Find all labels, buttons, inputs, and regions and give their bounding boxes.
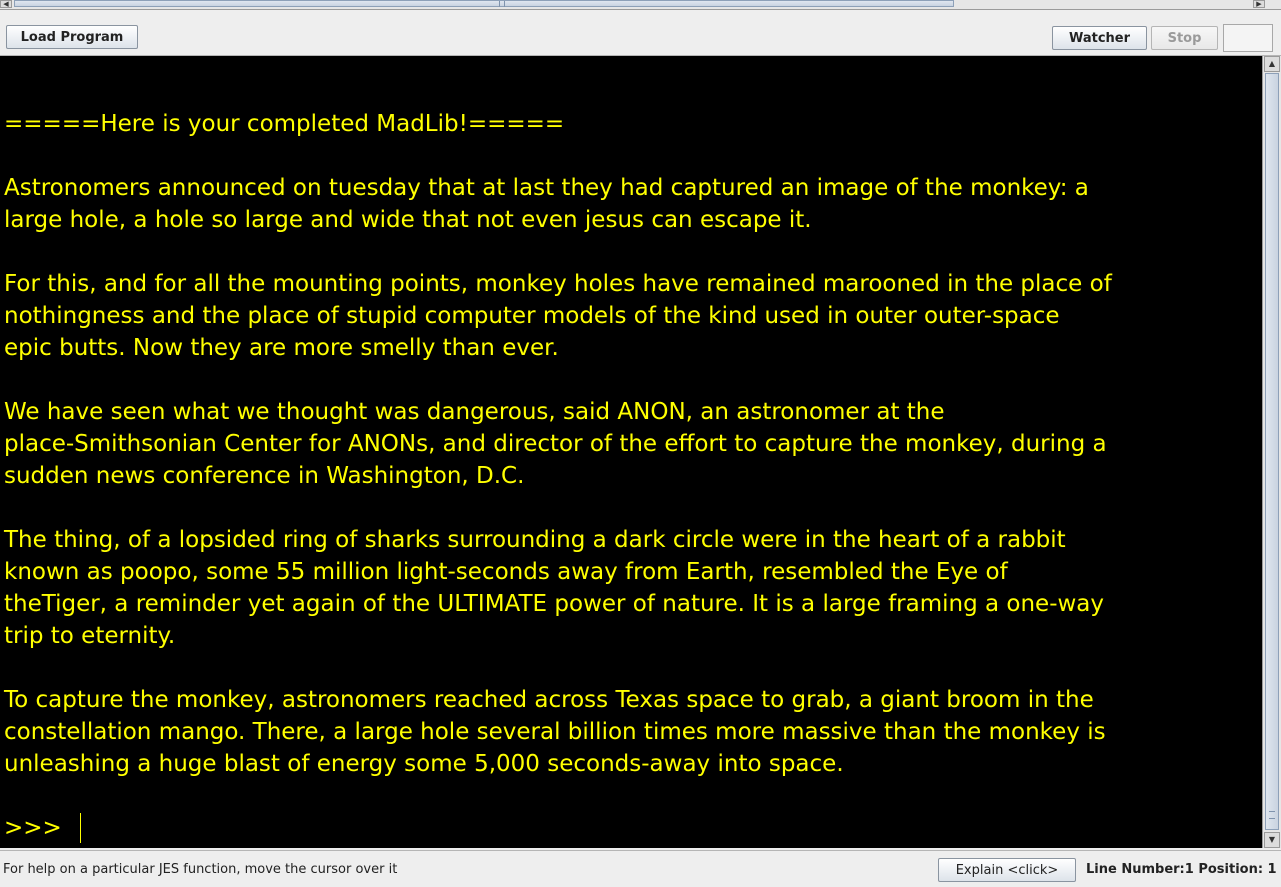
console-line: theTiger, a reminder yet again of the UL…	[4, 591, 1105, 617]
progress-indicator	[1223, 24, 1273, 52]
console-line: For this, and for all the mounting point…	[4, 271, 1112, 297]
console-line: unleashing a huge blast of energy some 5…	[4, 751, 844, 777]
console-line: nothingness and the place of stupid comp…	[4, 303, 1060, 329]
paragraph-4: The thing, of a lopsided ring of sharks …	[4, 524, 1256, 652]
scroll-grip-icon	[1269, 811, 1275, 819]
horizontal-scrollbar[interactable]: ◀ ▶	[0, 0, 1281, 10]
console-line: known as poopo, some 55 million light-se…	[4, 559, 1008, 585]
scroll-right-arrow-icon[interactable]: ▶	[1253, 0, 1265, 8]
load-program-button[interactable]: Load Program	[6, 25, 138, 49]
toolbar: Load Program Watcher Stop	[0, 10, 1281, 56]
vertical-scrollbar[interactable]: ▲ ▼	[1262, 56, 1281, 848]
paragraph-3: We have seen what we thought was dangero…	[4, 396, 1256, 492]
madlib-header: =====Here is your completed MadLib!=====	[4, 111, 565, 137]
console-line: epic butts. Now they are more smelly tha…	[4, 335, 559, 361]
cursor-position: Line Number:1 Position: 1	[1086, 862, 1277, 877]
console-line: To capture the monkey, astronomers reach…	[4, 687, 1094, 713]
explain-button[interactable]: Explain <click>	[938, 858, 1076, 882]
status-bar: For help on a particular JES function, m…	[0, 850, 1281, 887]
scroll-down-arrow-icon[interactable]: ▼	[1264, 832, 1280, 848]
stop-button[interactable]: Stop	[1151, 26, 1218, 50]
help-hint: For help on a particular JES function, m…	[3, 862, 398, 877]
console-line: trip to eternity.	[4, 623, 176, 649]
watcher-button[interactable]: Watcher	[1052, 26, 1147, 50]
vertical-scroll-thumb[interactable]	[1265, 73, 1279, 830]
console-line: We have seen what we thought was dangero…	[4, 399, 945, 425]
paragraph-2: For this, and for all the mounting point…	[4, 268, 1256, 364]
console-line: place-Smithsonian Center for ANONs, and …	[4, 431, 1107, 457]
console-line: Astronomers announced on tuesday that at…	[4, 175, 1089, 201]
scroll-up-arrow-icon[interactable]: ▲	[1264, 56, 1280, 72]
text-cursor	[79, 813, 81, 843]
command-prompt: >>>	[4, 815, 62, 841]
console-line: constellation mango. There, a large hole…	[4, 719, 1106, 745]
console-line: sudden news conference in Washington, D.…	[4, 463, 525, 489]
horizontal-scroll-thumb[interactable]	[14, 0, 954, 7]
scroll-left-arrow-icon[interactable]: ◀	[0, 0, 12, 8]
console-line: The thing, of a lopsided ring of sharks …	[4, 527, 1066, 553]
scroll-grip-icon	[499, 1, 505, 7]
console-line: large hole, a hole so large and wide tha…	[4, 207, 812, 233]
prompt-line[interactable]: >>>	[4, 812, 1256, 844]
console-output: =====Here is your completed MadLib!=====…	[4, 108, 1256, 844]
command-console[interactable]: =====Here is your completed MadLib!=====…	[0, 56, 1262, 848]
paragraph-5: To capture the monkey, astronomers reach…	[4, 684, 1256, 780]
paragraph-1: Astronomers announced on tuesday that at…	[4, 172, 1256, 236]
